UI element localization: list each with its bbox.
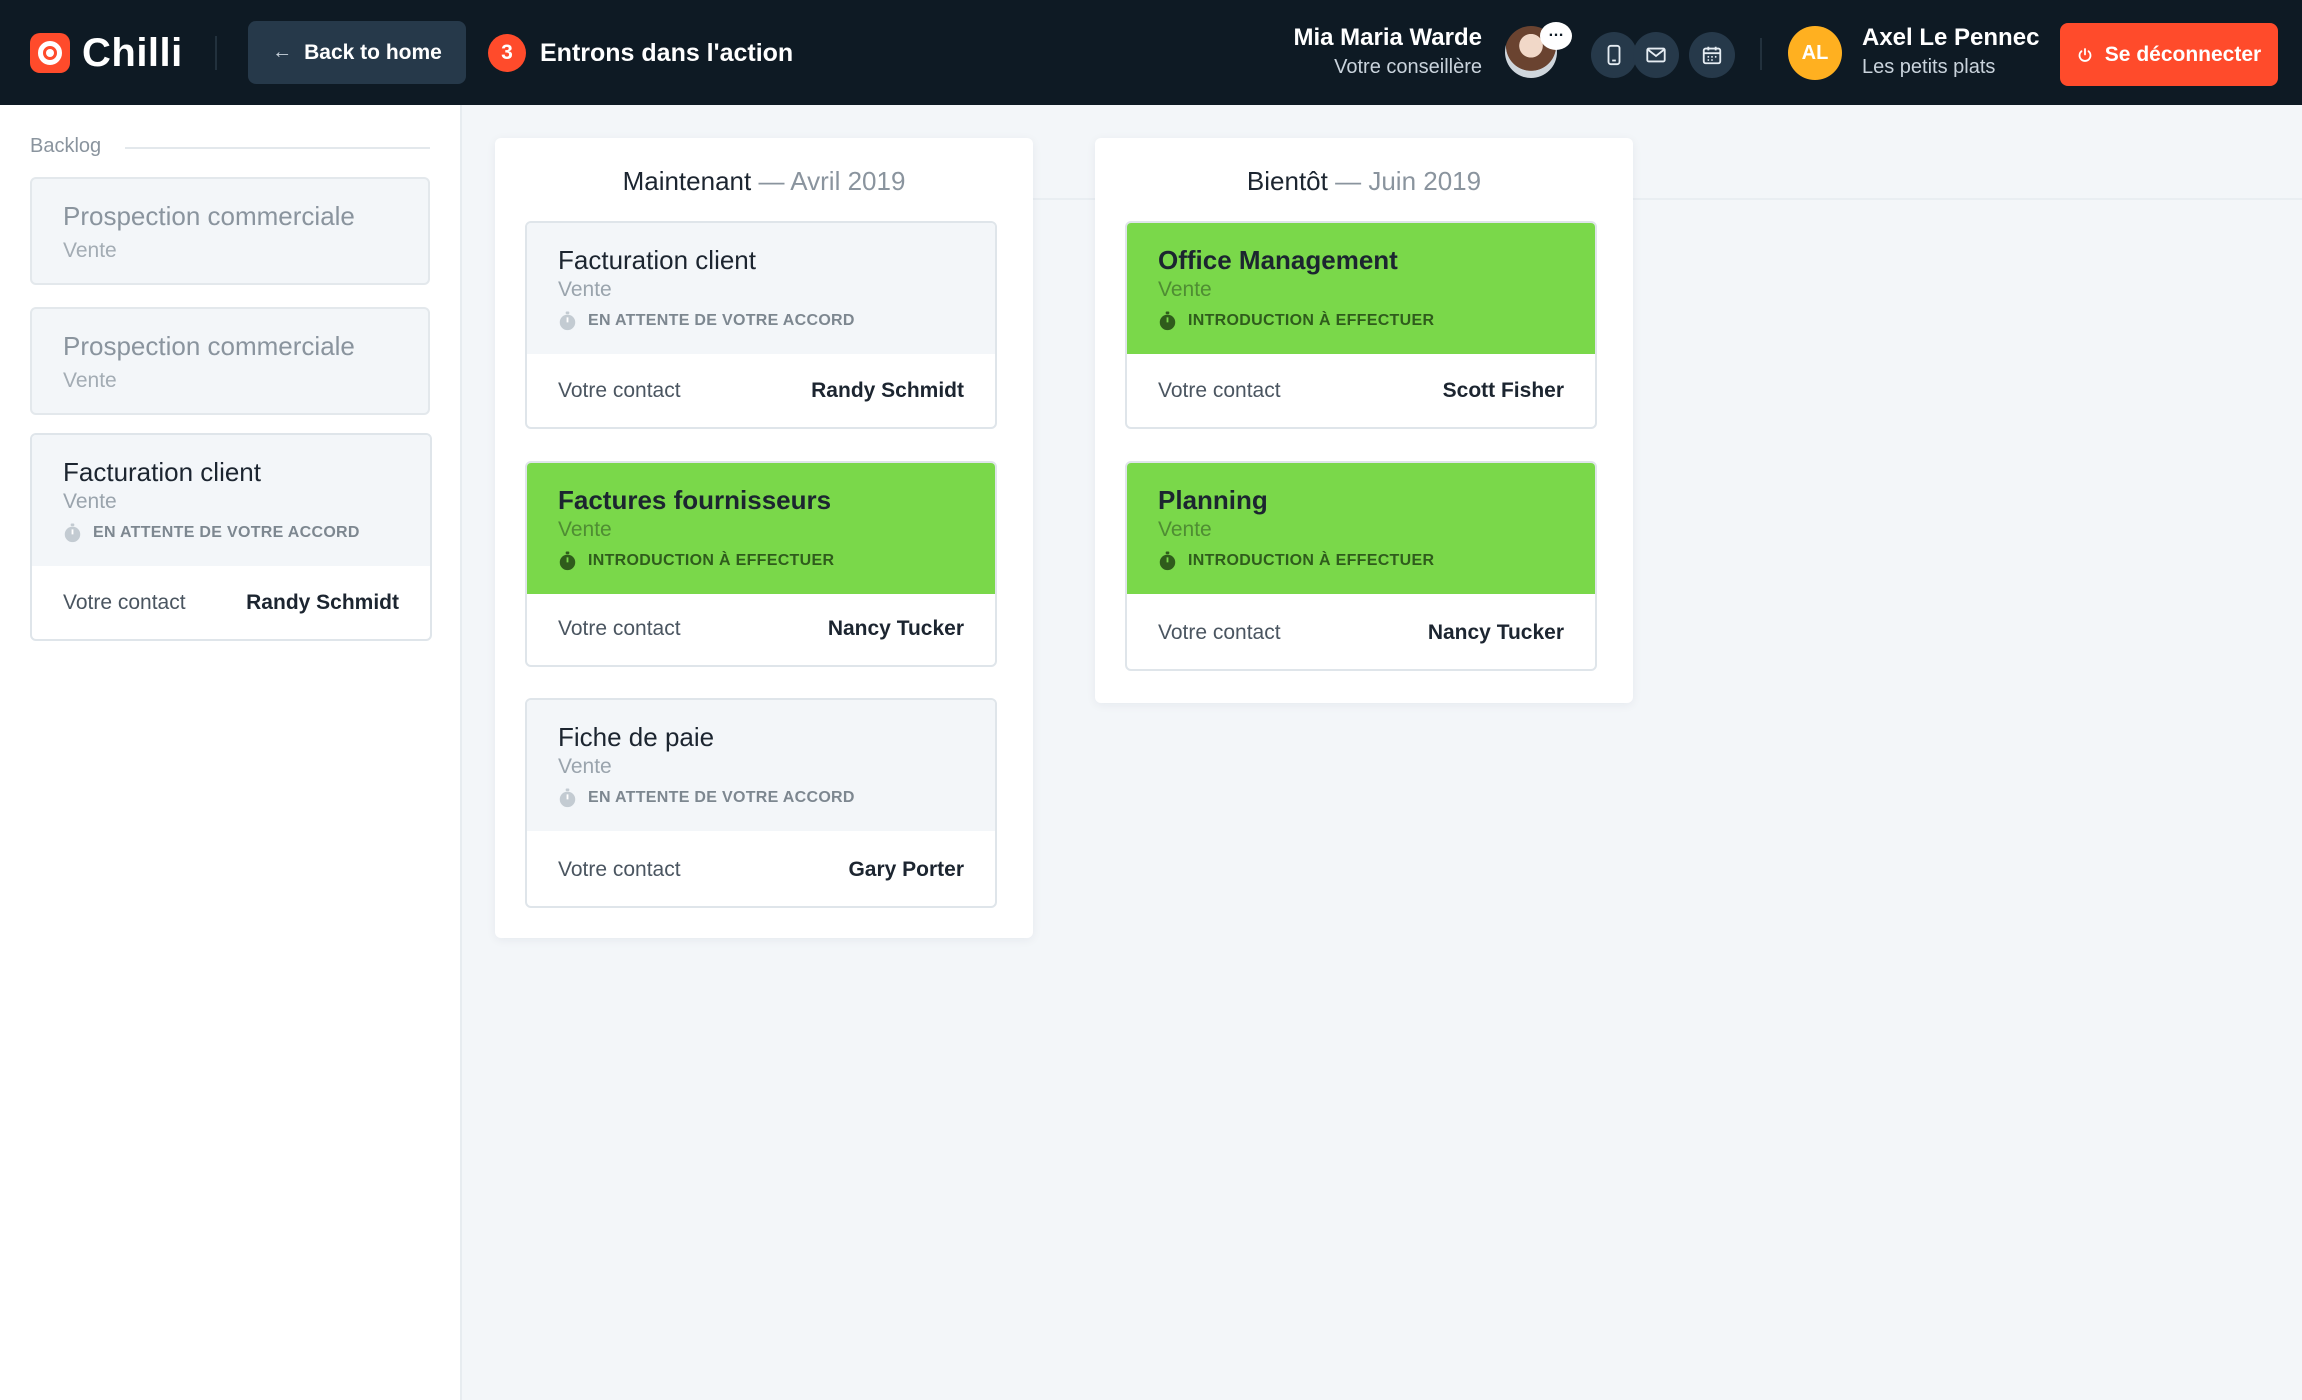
- task-title: Planning: [1158, 485, 1268, 515]
- task-title: Factures fournisseurs: [558, 485, 832, 515]
- stopwatch-icon: [559, 551, 576, 571]
- logout-label: Se déconnecter: [2104, 42, 2262, 66]
- task-subtitle: Vente: [558, 755, 612, 778]
- mail-icon: [1646, 47, 1666, 63]
- chilli-logo[interactable]: Chilli: [30, 31, 183, 75]
- contact-label: Votre contact: [1158, 621, 1281, 644]
- task-status: INTRODUCTION À EFFECTUER: [1158, 551, 1434, 571]
- stopwatch-icon: [1159, 551, 1176, 571]
- backlog-card[interactable]: Prospection commerciale Vente: [30, 307, 430, 415]
- card-title: Prospection commerciale: [63, 331, 355, 361]
- task-card[interactable]: Fiche de paie Vente EN ATTENTE DE VOTRE …: [525, 698, 997, 908]
- user-avatar[interactable]: AL: [1788, 26, 1842, 80]
- task-card[interactable]: Office Management Vente INTRODUCTION À E…: [1125, 221, 1597, 429]
- status-label: INTRODUCTION À EFFECTUER: [1188, 552, 1435, 569]
- stopwatch-icon: [559, 788, 576, 808]
- column-separator: —: [1335, 166, 1362, 196]
- user-info: Axel Le Pennec Les petits plats: [1862, 24, 2039, 79]
- backlog-task-card[interactable]: Facturation client Vente EN ATTENTE DE V…: [30, 433, 432, 641]
- contact-name[interactable]: Nancy Tucker: [1428, 621, 1564, 645]
- header-divider: [1760, 38, 1762, 70]
- mail-button[interactable]: [1633, 32, 1679, 78]
- contact-name[interactable]: Randy Schmidt: [811, 379, 964, 403]
- phone-button[interactable]: [1591, 32, 1637, 78]
- backlog-divider: [125, 147, 430, 149]
- back-to-home-label: Back to home: [304, 40, 442, 64]
- column-separator: —: [758, 166, 785, 196]
- advisor-name: Mia Maria Warde: [1293, 24, 1483, 51]
- column-name: Bientôt: [1246, 166, 1328, 196]
- contact-name[interactable]: Scott Fisher: [1443, 379, 1564, 403]
- status-label: EN ATTENTE DE VOTRE ACCORD: [588, 312, 855, 329]
- contact-label: Votre contact: [558, 617, 681, 640]
- task-status: INTRODUCTION À EFFECTUER: [1158, 311, 1434, 331]
- task-status: INTRODUCTION À EFFECTUER: [558, 551, 834, 571]
- contact-name[interactable]: Gary Porter: [848, 858, 964, 882]
- chat-bubble-icon[interactable]: …: [1540, 22, 1572, 50]
- brand-name: Chilli: [82, 30, 183, 75]
- task-title: Fiche de paie: [558, 722, 715, 752]
- contact-label: Votre contact: [558, 379, 681, 402]
- status-label: EN ATTENTE DE VOTRE ACCORD: [588, 789, 855, 806]
- status-label: EN ATTENTE DE VOTRE ACCORD: [93, 524, 360, 541]
- task-card[interactable]: Planning Vente INTRODUCTION À EFFECTUER …: [1125, 461, 1597, 671]
- lifebuoy-icon: [30, 33, 70, 73]
- back-to-home-button[interactable]: ← Back to home: [248, 21, 466, 84]
- phone-icon: [1607, 44, 1621, 66]
- column-title: Bientôt — Juin 2019: [1095, 166, 1633, 197]
- stopwatch-icon: [64, 523, 81, 543]
- task-status: EN ATTENTE DE VOTRE ACCORD: [63, 523, 360, 543]
- arrow-left-icon: ←: [272, 41, 293, 63]
- column-period: Avril 2019: [790, 166, 906, 196]
- card-title: Prospection commerciale: [63, 201, 355, 231]
- step-number-badge: 3: [488, 34, 526, 72]
- card-subtitle: Vente: [63, 369, 117, 392]
- stopwatch-icon: [1159, 311, 1176, 331]
- backlog-card[interactable]: Prospection commerciale Vente: [30, 177, 430, 285]
- task-status: EN ATTENTE DE VOTRE ACCORD: [558, 311, 855, 331]
- user-company: Les petits plats: [1862, 56, 1996, 78]
- top-navigation-bar: Chilli ← Back to home 3 Entrons dans l'a…: [0, 0, 2302, 105]
- column-period: Juin 2019: [1368, 166, 1482, 196]
- task-title: Facturation client: [63, 457, 261, 487]
- task-subtitle: Vente: [558, 278, 612, 301]
- contact-label: Votre contact: [63, 591, 186, 614]
- stopwatch-icon: [559, 311, 576, 331]
- column-soon: Bientôt — Juin 2019 Office Management Ve…: [1095, 138, 1633, 703]
- current-step: 3 Entrons dans l'action: [488, 34, 793, 72]
- contact-label: Votre contact: [1158, 379, 1281, 402]
- backlog-title: Backlog: [30, 135, 102, 157]
- calendar-button[interactable]: [1689, 32, 1735, 78]
- user-name: Axel Le Pennec: [1862, 24, 2040, 51]
- backlog-sidebar: Backlog Prospection commerciale Vente Pr…: [0, 105, 462, 1400]
- step-title: Entrons dans l'action: [540, 38, 794, 67]
- column-name: Maintenant: [622, 166, 752, 196]
- task-subtitle: Vente: [63, 490, 117, 513]
- task-subtitle: Vente: [558, 518, 612, 541]
- task-status: EN ATTENTE DE VOTRE ACCORD: [558, 788, 855, 808]
- column-title: Maintenant — Avril 2019: [495, 166, 1033, 197]
- task-card[interactable]: Factures fournisseurs Vente INTRODUCTION…: [525, 461, 997, 667]
- status-label: INTRODUCTION À EFFECTUER: [1188, 312, 1435, 329]
- contact-name[interactable]: Nancy Tucker: [828, 617, 964, 641]
- header-divider: [215, 36, 217, 70]
- task-card[interactable]: Facturation client Vente EN ATTENTE DE V…: [525, 221, 997, 429]
- advisor-info: Mia Maria Warde Votre conseillère: [1294, 24, 1483, 79]
- task-subtitle: Vente: [1158, 518, 1212, 541]
- column-now: Maintenant — Avril 2019 Facturation clie…: [495, 138, 1033, 938]
- card-subtitle: Vente: [63, 239, 117, 262]
- logout-button[interactable]: Se déconnecter: [2060, 23, 2278, 86]
- contact-name[interactable]: Randy Schmidt: [246, 591, 399, 615]
- contact-label: Votre contact: [558, 858, 681, 881]
- power-icon: [2078, 47, 2092, 62]
- status-label: INTRODUCTION À EFFECTUER: [588, 552, 835, 569]
- advisor-role: Votre conseillère: [1334, 56, 1482, 78]
- task-title: Office Management: [1158, 245, 1398, 275]
- task-subtitle: Vente: [1158, 278, 1212, 301]
- calendar-icon: [1702, 46, 1722, 65]
- task-title: Facturation client: [558, 245, 756, 275]
